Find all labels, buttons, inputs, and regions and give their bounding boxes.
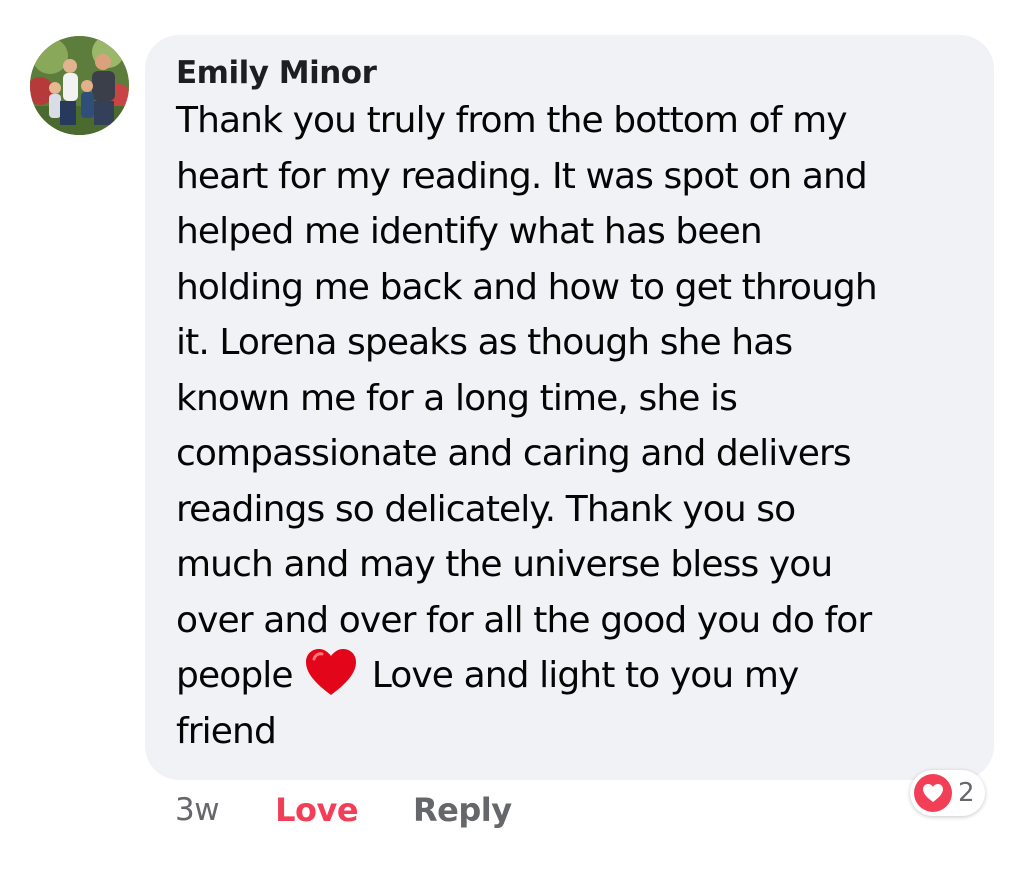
- avatar[interactable]: [30, 36, 129, 135]
- reply-button[interactable]: Reply: [413, 791, 512, 829]
- timestamp[interactable]: 3w: [175, 792, 220, 828]
- love-button[interactable]: Love: [275, 791, 358, 829]
- comment-actions: 3w Love Reply: [175, 788, 512, 832]
- comment-text-part-1: Thank you truly from the bottom of my he…: [176, 100, 878, 696]
- heart-reaction-icon: [914, 774, 952, 812]
- comment-screen: Emily Minor Thank you truly from the bot…: [0, 0, 1024, 877]
- reaction-summary[interactable]: 2: [910, 770, 985, 816]
- comment-text: Thank you truly from the bottom of my he…: [176, 93, 976, 759]
- reaction-count: 2: [958, 778, 975, 808]
- comment-bubble: Emily Minor Thank you truly from the bot…: [145, 35, 994, 780]
- red-heart-emoji-icon: [306, 649, 357, 695]
- family-photo-avatar-icon: [30, 36, 129, 135]
- author-name[interactable]: Emily Minor: [176, 53, 964, 93]
